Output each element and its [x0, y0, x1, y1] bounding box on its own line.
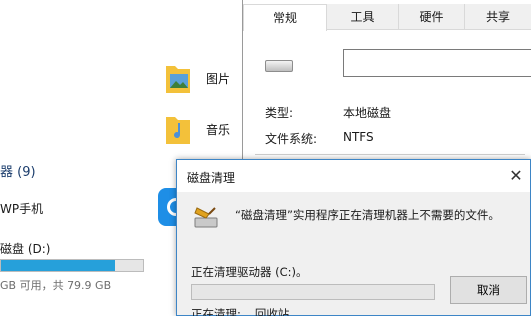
disk-cleanup-icon — [191, 204, 221, 230]
pictures-folder-icon — [164, 60, 192, 96]
cleaning-item-label: 正在清理: — [191, 307, 241, 316]
drive-d-stats: GB 可用，共 79.9 GB — [0, 279, 112, 292]
section-title-devices[interactable]: 器 (9) — [0, 161, 36, 180]
tab-tools[interactable]: 工具 — [327, 4, 399, 30]
properties-tabs: 常规 工具 硬件 共享 — [243, 4, 531, 31]
cancel-button[interactable]: 取消 — [450, 276, 527, 304]
tab-general[interactable]: 常规 — [243, 4, 327, 31]
type-label: 类型: — [265, 106, 294, 120]
music-folder-icon — [164, 111, 192, 147]
divider — [255, 154, 525, 155]
device-label-wp-phone[interactable]: WP手机 — [0, 200, 43, 217]
disk-cleanup-dialog: 磁盘清理 ✕ “磁盘清理”实用程序正在清理机器上不需要的文件。 正在清理驱动器 … — [176, 159, 531, 316]
filesystem-label: 文件系统: — [265, 132, 318, 146]
cleaning-item-value: 回收站 — [254, 307, 290, 316]
drive-name-input[interactable] — [343, 49, 531, 77]
drive-d-usage-fill — [1, 260, 115, 271]
tab-hardware[interactable]: 硬件 — [399, 4, 465, 30]
filesystem-value: NTFS — [343, 130, 374, 144]
dialog-titlebar[interactable]: 磁盘清理 ✕ — [177, 160, 530, 192]
tab-sharing[interactable]: 共享 — [465, 4, 531, 30]
cleanup-progress-bar — [191, 284, 435, 300]
folder-label: 图片 — [206, 71, 231, 86]
type-value: 本地磁盘 — [343, 106, 392, 120]
cleanup-message: “磁盘清理”实用程序正在清理机器上不需要的文件。 — [235, 208, 500, 222]
drive-d-label[interactable]: 磁盘 (D:) — [0, 240, 50, 257]
dialog-title: 磁盘清理 — [187, 171, 236, 185]
cleaning-drive-text: 正在清理驱动器 (C:)。 — [191, 265, 308, 279]
local-disk-icon — [265, 60, 293, 72]
folder-item-pictures[interactable]: 图片 — [164, 60, 230, 96]
folder-item-music[interactable]: 音乐 — [164, 111, 230, 147]
drive-d-usage-bar — [0, 259, 144, 272]
folder-label: 音乐 — [206, 122, 231, 137]
close-icon[interactable]: ✕ — [506, 166, 526, 186]
cleaning-item-row: 正在清理: 回收站 — [191, 306, 289, 316]
